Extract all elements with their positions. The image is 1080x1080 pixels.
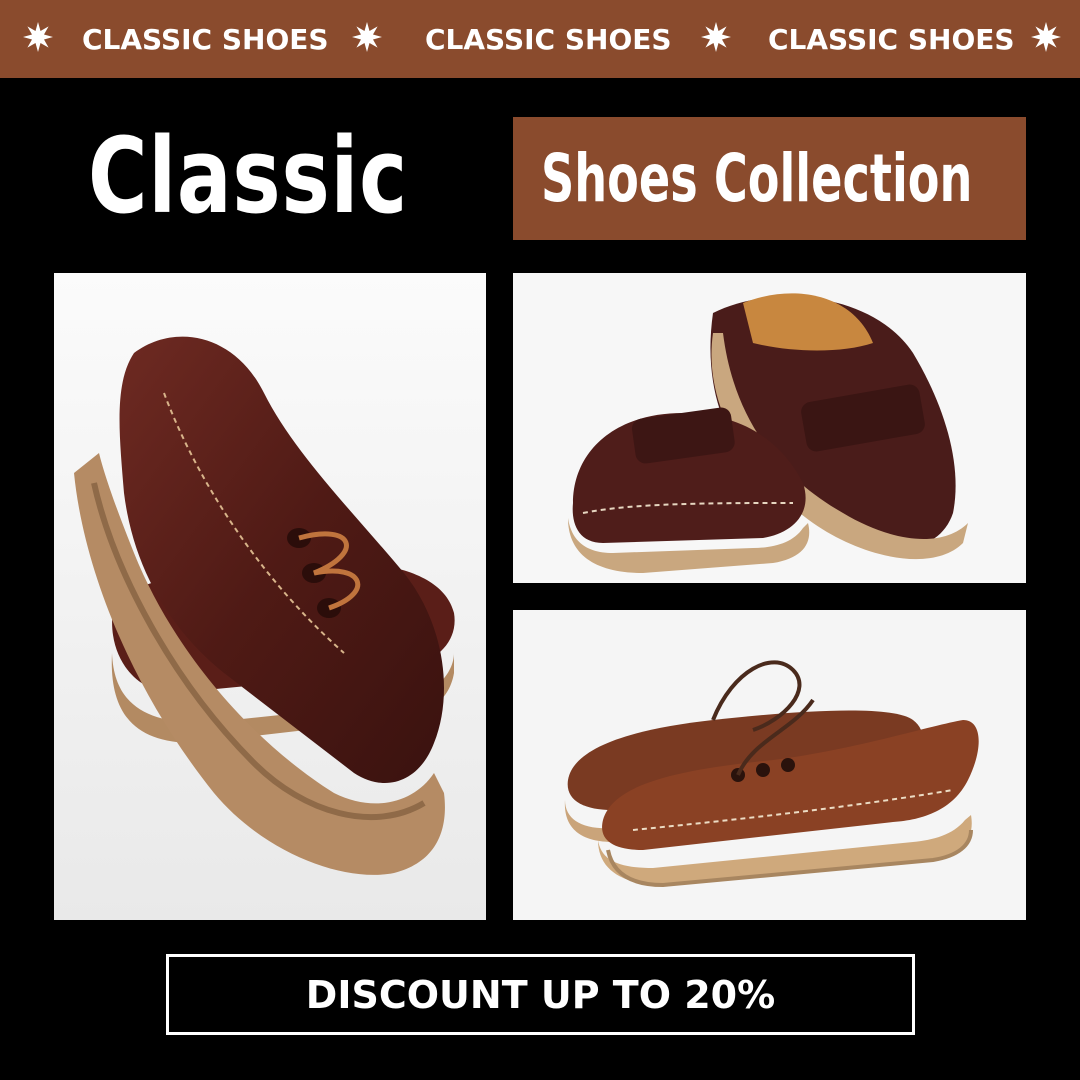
banner-text-1: CLASSIC SHOES xyxy=(82,23,329,56)
product-photo-velcro-shoes xyxy=(513,273,1026,583)
starburst-icon xyxy=(352,22,382,52)
top-banner: CLASSIC SHOES CLASSIC SHOES CLASSIC SHOE… xyxy=(0,0,1080,78)
banner-text-3: CLASSIC SHOES xyxy=(768,23,1015,56)
headline-subtitle: Shoes Collection xyxy=(541,140,973,217)
starburst-icon xyxy=(701,22,731,52)
headline-title: Classic xyxy=(88,115,409,237)
shoe-illustration xyxy=(513,273,1026,583)
discount-button[interactable]: DISCOUNT UP TO 20% xyxy=(166,954,915,1035)
product-photo-stacked-shoes xyxy=(54,273,486,920)
banner-text-2: CLASSIC SHOES xyxy=(425,23,672,56)
discount-label: DISCOUNT UP TO 20% xyxy=(305,972,776,1017)
shoe-illustration xyxy=(54,273,486,920)
starburst-icon xyxy=(23,22,53,52)
shoe-illustration xyxy=(513,610,1026,920)
starburst-icon xyxy=(1031,22,1061,52)
product-photo-laced-shoes xyxy=(513,610,1026,920)
subtitle-box: Shoes Collection xyxy=(513,117,1026,240)
